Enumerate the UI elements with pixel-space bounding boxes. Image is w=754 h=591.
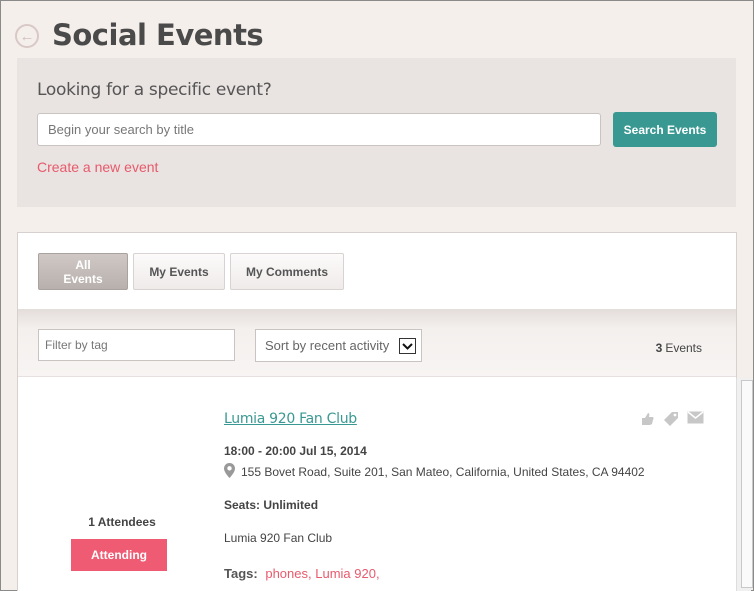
filter-bar: Sort by recent activity 3Events bbox=[18, 309, 736, 377]
event-time: 18:00 - 20:00 Jul 15, 2014 bbox=[224, 444, 367, 458]
search-input[interactable] bbox=[37, 113, 601, 146]
events-panel: All Events My Events My Comments Sort by… bbox=[17, 232, 737, 591]
tab-my-comments[interactable]: My Comments bbox=[230, 253, 344, 290]
attendees-count: 1 Attendees bbox=[88, 515, 156, 529]
search-events-button[interactable]: Search Events bbox=[613, 112, 717, 147]
tag-separator: , bbox=[308, 566, 312, 581]
search-heading: Looking for a specific event? bbox=[37, 80, 272, 100]
events-count-value: 3 bbox=[655, 341, 663, 355]
tag-icon[interactable] bbox=[663, 411, 679, 432]
tag-separator: , bbox=[375, 566, 380, 581]
event-item: Lumia 920 Fan Club 18:00 - 20:00 Jul 15,… bbox=[18, 378, 736, 591]
events-count-label: Events bbox=[665, 341, 702, 355]
event-tabs: All Events My Events My Comments bbox=[38, 253, 349, 290]
tag-filter-input[interactable] bbox=[38, 329, 235, 361]
event-address-text: 155 Bovet Road, Suite 201, San Mateo, Ca… bbox=[241, 465, 645, 479]
event-actions bbox=[640, 411, 704, 432]
mail-icon[interactable] bbox=[687, 411, 704, 432]
tab-my-events[interactable]: My Events bbox=[133, 253, 225, 290]
event-address: 155 Bovet Road, Suite 201, San Mateo, Ca… bbox=[224, 463, 645, 481]
event-tags: Tags: phones, Lumia 920, bbox=[224, 566, 380, 581]
search-panel: Looking for a specific event? Search Eve… bbox=[17, 58, 736, 207]
event-title-link[interactable]: Lumia 920 Fan Club bbox=[224, 411, 357, 427]
create-event-link[interactable]: Create a new event bbox=[37, 159, 158, 175]
like-icon[interactable] bbox=[640, 411, 655, 432]
tag-link[interactable]: Lumia 920 bbox=[315, 566, 376, 581]
attending-button[interactable]: Attending bbox=[71, 539, 167, 571]
tab-all-events[interactable]: All Events bbox=[38, 253, 128, 290]
location-pin-icon bbox=[224, 463, 235, 481]
sort-selected-value: Sort by recent activity bbox=[265, 338, 390, 353]
chevron-down-icon[interactable] bbox=[399, 338, 416, 354]
sort-select[interactable]: Sort by recent activity bbox=[255, 329, 422, 362]
event-description: Lumia 920 Fan Club bbox=[224, 531, 333, 545]
tags-label: Tags: bbox=[224, 566, 258, 581]
page-title: Social Events bbox=[52, 18, 264, 52]
tag-link[interactable]: phones bbox=[265, 566, 308, 581]
event-seats: Seats: Unlimited bbox=[224, 498, 319, 512]
back-arrow-icon[interactable]: ← bbox=[15, 24, 39, 48]
events-count: 3 Events bbox=[656, 341, 702, 355]
scrollbar-thumb[interactable] bbox=[741, 380, 753, 588]
header: ← Social Events bbox=[15, 13, 264, 57]
